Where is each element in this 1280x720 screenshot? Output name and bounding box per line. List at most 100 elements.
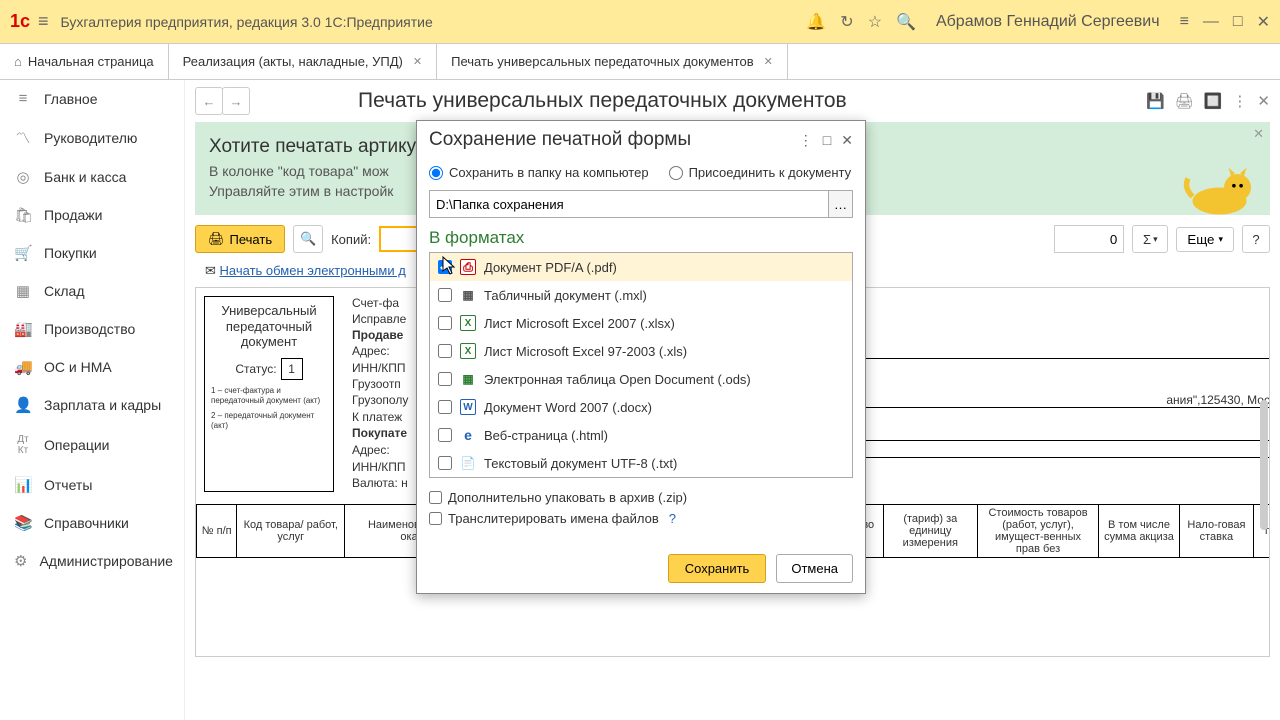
sidebar-item-assets[interactable]: 🚚ОС и НМА [0, 348, 184, 386]
dialog-footer: Сохранить Отмена [417, 544, 865, 593]
checkbox[interactable] [438, 260, 452, 274]
star-icon[interactable]: ☆ [868, 12, 882, 32]
help-icon[interactable]: ? [669, 511, 676, 526]
preview-button[interactable]: 🔍 [293, 225, 323, 253]
format-mxl[interactable]: ▦Табличный документ (.mxl) [430, 281, 852, 309]
checkbox[interactable] [429, 512, 442, 525]
preview-icon[interactable]: 🔲 [1204, 92, 1223, 110]
tab-close-icon[interactable]: ✕ [764, 55, 773, 68]
report-icon: 📊 [14, 476, 32, 494]
minimize-icon[interactable]: — [1203, 13, 1219, 31]
tab-close-icon[interactable]: ✕ [413, 55, 422, 68]
print-icon[interactable]: 🖨 [1175, 92, 1194, 110]
format-txt[interactable]: 📄Текстовый документ UTF-8 (.txt) [430, 449, 852, 477]
excel-icon: X [460, 343, 476, 359]
menu-icon[interactable]: ≡ [38, 11, 49, 32]
sidebar-label: Склад [44, 283, 85, 299]
sidebar-item-reports[interactable]: 📊 Отчеты [0, 466, 184, 504]
operations-icon: ДтКт [14, 434, 32, 456]
tab-realization[interactable]: Реализация (акты, накладные, УПД) ✕ [169, 44, 437, 79]
zip-checkbox[interactable]: Дополнительно упаковать в архив (.zip) [429, 490, 853, 505]
tab-home[interactable]: ⌂ Начальная страница [0, 44, 169, 79]
path-input[interactable] [429, 190, 829, 218]
sidebar-item-production[interactable]: 🏭Производство [0, 310, 184, 348]
sidebar-label: Банк и касса [44, 169, 126, 185]
status-value: 1 [281, 358, 303, 380]
format-pdf[interactable]: ⎙Документ PDF/A (.pdf) [430, 253, 852, 281]
bell-icon[interactable]: 🔔 [806, 12, 826, 32]
sidebar-item-admin[interactable]: ⚙Администрирование [0, 542, 184, 580]
checkbox[interactable] [438, 344, 452, 358]
history-icon[interactable]: ↻ [840, 12, 853, 32]
format-ods[interactable]: ▦Электронная таблица Open Document (.ods… [430, 365, 852, 393]
checkbox[interactable] [438, 456, 452, 470]
sidebar-item-salary[interactable]: 👤Зарплата и кадры [0, 386, 184, 424]
more-icon[interactable]: ⋮ [1232, 92, 1247, 110]
close-icon[interactable]: ✕ [1257, 12, 1270, 32]
format-html[interactable]: eВеб-страница (.html) [430, 421, 852, 449]
sidebar-label: Справочники [44, 515, 129, 531]
format-docx[interactable]: WДокумент Word 2007 (.docx) [430, 393, 852, 421]
sidebar-item-manager[interactable]: 〽Руководителю [0, 117, 184, 158]
page-title: Печать универсальных передаточных докуме… [358, 89, 847, 113]
sidebar-item-sales[interactable]: 🛍 Продажи [0, 196, 184, 234]
save-button[interactable]: Сохранить [668, 554, 767, 583]
banner-close-icon[interactable]: ✕ [1253, 126, 1264, 142]
sidebar-item-directories[interactable]: 📚Справочники [0, 504, 184, 542]
sigma-button[interactable]: Σ ▾ [1132, 225, 1168, 253]
sidebar-label: Производство [44, 321, 135, 337]
sum-value[interactable] [1054, 225, 1124, 253]
dialog-close-icon[interactable]: ✕ [841, 132, 853, 149]
warehouse-icon: ▦ [14, 282, 32, 300]
copies-input[interactable] [379, 226, 419, 252]
save-icon[interactable]: 💾 [1146, 92, 1165, 110]
translit-checkbox[interactable]: Транслитерировать имена файлов? [429, 511, 853, 526]
format-xls[interactable]: XЛист Microsoft Excel 97-2003 (.xls) [430, 337, 852, 365]
user-name[interactable]: Абрамов Геннадий Сергеевич [936, 13, 1160, 31]
radio-attach-doc[interactable]: Присоединить к документу [669, 165, 852, 180]
forward-button[interactable]: → [222, 87, 250, 115]
checkbox[interactable] [438, 400, 452, 414]
dialog-menu-icon[interactable]: ⋮ [799, 132, 813, 149]
cancel-button[interactable]: Отмена [776, 554, 853, 583]
sidebar-item-bank[interactable]: ◎Банк и касса [0, 158, 184, 196]
upd-title: Универсальный передаточный документ [211, 303, 327, 350]
checkbox[interactable] [438, 372, 452, 386]
bag-icon: 🛍 [14, 206, 32, 224]
checkbox[interactable] [429, 491, 442, 504]
exchange-link[interactable]: Начать обмен электронными д [220, 263, 406, 278]
copies-label: Копий: [331, 232, 371, 247]
dialog-maximize-icon[interactable]: □ [823, 132, 831, 149]
radio-input[interactable] [669, 166, 683, 180]
tab-upd-print[interactable]: Печать универсальных передаточных докуме… [437, 44, 788, 79]
sidebar-item-main[interactable]: ≡Главное [0, 80, 184, 117]
word-icon: W [460, 399, 476, 415]
sidebar-label: Продажи [44, 207, 102, 223]
radio-save-folder[interactable]: Сохранить в папку на компьютер [429, 165, 649, 180]
checkbox[interactable] [438, 316, 452, 330]
browse-button[interactable]: … [829, 190, 853, 218]
checkbox[interactable] [438, 428, 452, 442]
note-2: 2 – передаточный документ (акт) [211, 411, 327, 430]
print-button[interactable]: 🖨 Печать [195, 225, 285, 253]
help-button[interactable]: ? [1242, 225, 1270, 253]
sidebar-item-operations[interactable]: ДтКтОперации [0, 424, 184, 466]
note-1: 1 – счет-фактура и передаточный документ… [211, 386, 327, 405]
user-dropdown-icon[interactable]: ≡ [1180, 13, 1189, 31]
sidebar-label: Покупки [44, 245, 97, 261]
sidebar-item-warehouse[interactable]: ▦ Склад [0, 272, 184, 310]
sidebar-label: Отчеты [44, 477, 92, 493]
home-icon: ⌂ [14, 54, 22, 69]
close-content-icon[interactable]: ✕ [1257, 92, 1270, 110]
back-button[interactable]: ← [195, 87, 223, 115]
format-xlsx[interactable]: XЛист Microsoft Excel 2007 (.xlsx) [430, 309, 852, 337]
scrollbar[interactable] [1260, 400, 1268, 530]
checkbox[interactable] [438, 288, 452, 302]
more-button[interactable]: Еще ▾ [1176, 227, 1234, 252]
sidebar-item-purchases[interactable]: 🛒Покупки [0, 234, 184, 272]
maximize-icon[interactable]: □ [1233, 13, 1243, 31]
path-field-group: … [429, 190, 853, 218]
search-icon[interactable]: 🔍 [896, 12, 916, 32]
app-logo: 1c [10, 11, 30, 32]
radio-input[interactable] [429, 166, 443, 180]
